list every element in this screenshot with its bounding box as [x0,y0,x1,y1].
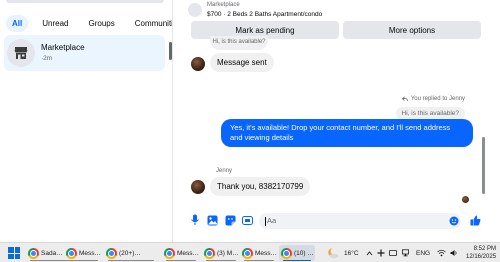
taskbar-app-messenger-3[interactable]: Mess… [240,245,278,261]
system-message-bubble: Message sent [210,53,274,72]
wifi-icon[interactable] [437,249,446,257]
moon-cloud-icon [328,248,339,259]
volume-icon[interactable] [450,249,458,257]
sticker-icon[interactable] [224,214,236,226]
message-input[interactable]: Aa [259,213,461,229]
listing-thumbnail[interactable] [188,3,202,17]
screen: All Unread Groups Communities Marketplac… [0,0,500,262]
reply-indicator: You replied to Jenny [401,96,465,102]
taskbar-app-label: (20+)… [119,249,141,257]
conversation-timestamp: ·2m [41,55,53,62]
outgoing-message-bubble: Yes, it's available! Drop your contact n… [221,119,473,147]
taskbar-app-messenger-1[interactable]: Mess… [64,245,102,261]
filter-groups[interactable]: Groups [82,15,120,32]
reply-arrow-icon [401,96,408,102]
conversation-title: Marketplace [41,43,85,52]
jenny-avatar[interactable] [191,180,205,194]
taskbar-app-label: Mess… [177,249,200,257]
chat-pane: Marketplace $700 · 2 Beds 2 Baths Apartm… [173,0,500,242]
message-input-placeholder: Aa [267,216,277,225]
chevron-up-icon[interactable] [366,250,373,257]
taskbar-app-facebook-10[interactable]: (10) … [279,245,315,261]
chat-scrollbar[interactable] [482,137,485,194]
windows-start-icon[interactable] [8,247,20,259]
taskbar-app-messages-3[interactable]: (3) M… [202,245,240,261]
chat-filters: All Unread Groups Communities [6,15,187,32]
taskbar: Sada… Mess… (20+)… Mess… (3) M… Mess… (1… [0,242,500,262]
add-icon[interactable] [377,249,385,257]
device-icon[interactable] [389,249,397,257]
listing-header: Marketplace $700 · 2 Beds 2 Baths Apartm… [173,0,500,40]
microphone-icon[interactable] [189,214,201,226]
network-icon[interactable] [401,249,410,257]
running-indicator [68,259,98,261]
sender-name: Jenny [216,168,233,174]
message-composer: Aa [173,208,500,234]
weather-temperature: 16°C [344,249,359,257]
incoming-message-bubble: Thank you, 8382170799 [210,177,311,196]
chrome-icon [281,247,292,259]
chrome-icon [204,247,215,259]
conversation-list-pane: All Unread Groups Communities Marketplac… [0,0,181,242]
weather-widget[interactable]: 16°C [326,243,359,262]
running-indicator [166,259,196,261]
storefront-icon [7,39,35,67]
taskbar-clock[interactable]: 8:52 PM 12/16/2025 [466,245,496,261]
thumbs-up-icon[interactable] [469,214,481,226]
system-tray: ENG [366,243,458,262]
search-box-edge [6,0,164,3]
chrome-icon [242,247,253,259]
taskbar-app-messenger-2[interactable]: Mess… [162,245,200,261]
active-indicator [283,259,311,261]
listing-title[interactable]: $700 · 2 Beds 2 Baths Apartment/condo [207,11,322,18]
emoji-icon[interactable] [449,216,459,226]
filter-all[interactable]: All [6,15,29,32]
running-indicator [244,259,274,261]
taskbar-app-label: Sada… [41,249,63,257]
chrome-icon [106,247,117,259]
gif-icon[interactable] [241,214,253,226]
chrome-icon [66,247,77,259]
taskbar-app-label: (10) … [294,249,314,257]
partially-hidden-message: Hi, is this available? [210,36,268,50]
conversation-item-marketplace[interactable]: Marketplace ·2m [4,35,165,71]
taskbar-app-label: Mess… [79,249,102,257]
taskbar-app-label: Mess… [255,249,278,257]
taskbar-app-facebook-20[interactable]: (20+)… [104,245,158,261]
filter-unread[interactable]: Unread [36,15,74,32]
jenny-avatar[interactable] [191,57,205,71]
input-language[interactable]: ENG [416,250,430,257]
text-caret [265,216,266,226]
chrome-icon [28,247,39,259]
photo-icon[interactable] [206,214,218,226]
clock-date: 12/16/2025 [466,254,497,260]
clock-time: 8:52 PM [473,246,496,252]
more-options-button[interactable]: More options [343,21,481,39]
running-indicator [206,259,236,261]
running-indicator [108,259,154,261]
listing-source-label: Marketplace [207,2,240,8]
chrome-icon [164,247,175,259]
reply-indicator-text: You replied to Jenny [410,96,465,102]
taskbar-app-label: (3) M… [217,249,239,257]
seen-receipt-avatar [462,196,469,203]
